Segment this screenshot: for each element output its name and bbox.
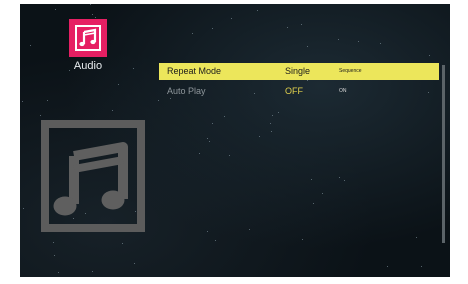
star-dot bbox=[224, 116, 225, 117]
star-dot bbox=[271, 131, 272, 132]
star-dot bbox=[311, 179, 312, 180]
star-dot bbox=[307, 46, 308, 47]
setting-value: OFF bbox=[285, 86, 303, 96]
star-dot bbox=[416, 237, 417, 238]
star-dot bbox=[338, 39, 339, 40]
star-dot bbox=[339, 177, 340, 178]
music-thumbnail-icon bbox=[41, 120, 145, 232]
star-dot bbox=[23, 208, 24, 209]
star-dot bbox=[122, 243, 123, 244]
star-dot bbox=[387, 266, 388, 267]
setting-value: Single bbox=[285, 66, 311, 76]
star-dot bbox=[90, 4, 91, 5]
star-dot bbox=[192, 33, 193, 34]
star-dot bbox=[257, 10, 258, 11]
star-dot bbox=[55, 9, 56, 10]
star-dot bbox=[112, 110, 113, 111]
star-dot bbox=[40, 115, 41, 116]
setting-option: ON bbox=[339, 88, 347, 94]
scrollbar[interactable] bbox=[442, 65, 445, 243]
star-dot bbox=[215, 240, 216, 241]
star-dot bbox=[231, 18, 232, 19]
star-dot bbox=[249, 229, 250, 230]
star-dot bbox=[344, 180, 345, 181]
star-dot bbox=[313, 203, 314, 204]
setting-option: Sequence bbox=[339, 68, 362, 74]
audio-category-tile[interactable] bbox=[69, 19, 107, 57]
star-dot bbox=[272, 115, 273, 116]
star-dot bbox=[92, 271, 93, 272]
star-dot bbox=[158, 100, 159, 101]
star-dot bbox=[322, 193, 323, 194]
music-note-icon bbox=[75, 25, 101, 51]
star-dot bbox=[302, 239, 303, 240]
star-dot bbox=[118, 84, 119, 85]
setting-name: Auto Play bbox=[167, 86, 206, 96]
star-dot bbox=[421, 266, 422, 267]
setting-row-repeat-mode[interactable]: Repeat Mode Single Sequence bbox=[159, 63, 439, 80]
category-label: Audio bbox=[73, 60, 103, 72]
star-dot bbox=[380, 43, 381, 44]
star-dot bbox=[95, 17, 96, 18]
star-dot bbox=[259, 136, 260, 137]
star-dot bbox=[287, 27, 288, 28]
star-dot bbox=[199, 153, 200, 154]
star-dot bbox=[133, 68, 134, 69]
star-dot bbox=[22, 101, 23, 102]
setting-name: Repeat Mode bbox=[167, 66, 222, 76]
star-dot bbox=[212, 123, 213, 124]
star-dot bbox=[301, 24, 302, 25]
star-dot bbox=[429, 55, 430, 56]
star-dot bbox=[212, 28, 213, 29]
star-dot bbox=[270, 123, 271, 124]
star-dot bbox=[53, 242, 54, 243]
star-dot bbox=[207, 138, 208, 139]
star-dot bbox=[278, 112, 279, 113]
star-dot bbox=[209, 141, 210, 142]
star-dot bbox=[307, 80, 308, 81]
star-dot bbox=[92, 14, 93, 15]
star-dot bbox=[58, 272, 59, 273]
star-dot bbox=[47, 100, 48, 101]
setting-row-auto-play[interactable]: Auto Play OFF ON bbox=[159, 83, 439, 100]
star-dot bbox=[358, 41, 359, 42]
star-dot bbox=[30, 45, 31, 46]
star-dot bbox=[207, 231, 208, 232]
media-settings-screen: Audio Repeat Mode Single Sequence Auto P… bbox=[20, 4, 450, 277]
star-dot bbox=[134, 263, 135, 264]
star-dot bbox=[54, 255, 55, 256]
star-dot bbox=[229, 155, 230, 156]
